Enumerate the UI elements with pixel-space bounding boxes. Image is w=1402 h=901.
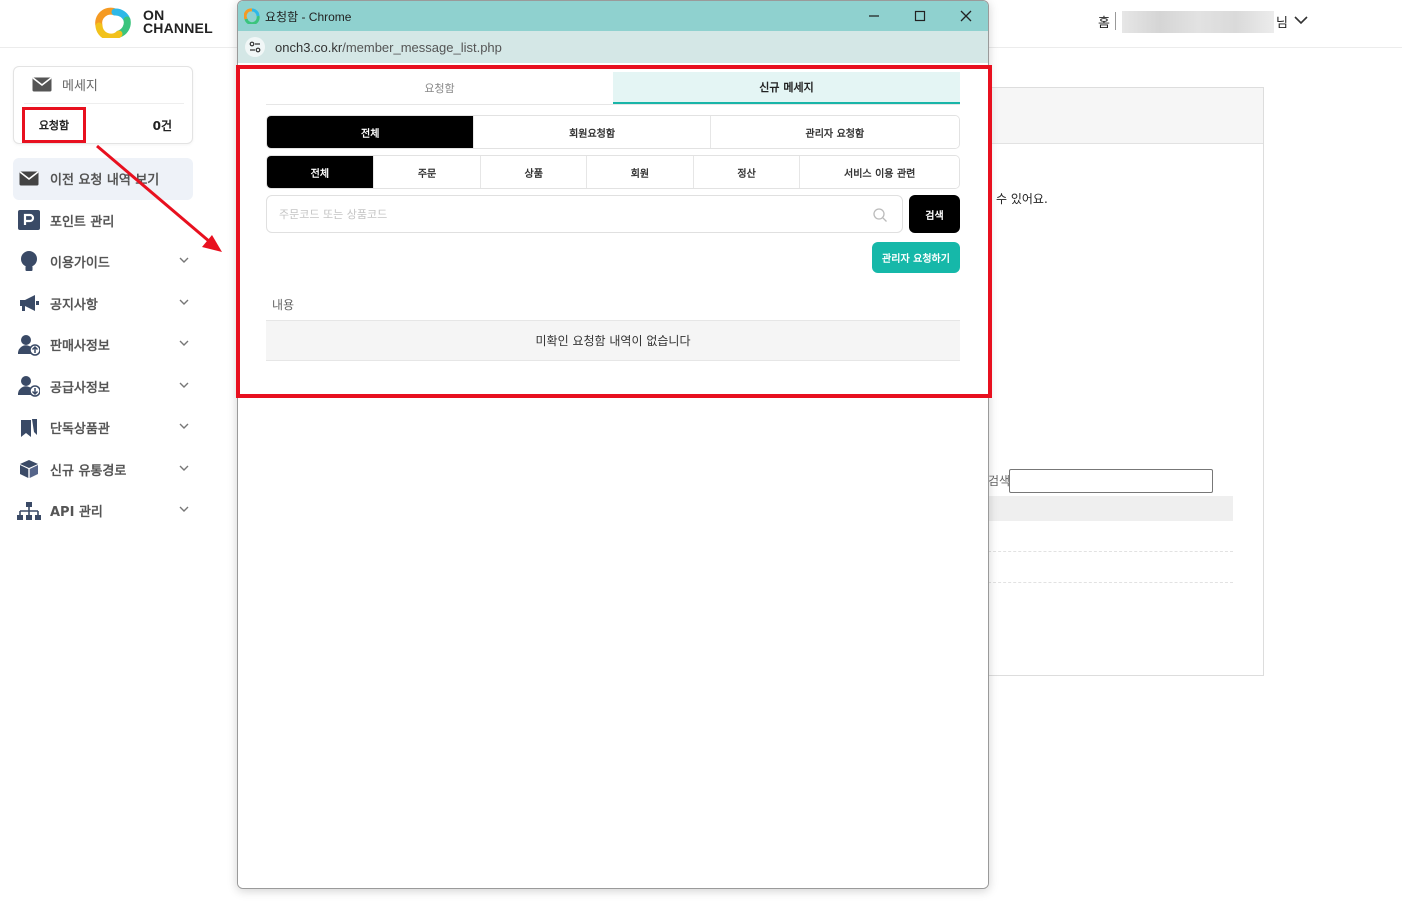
tab-new-message[interactable]: 신규 메세지 — [613, 72, 960, 104]
sidebar-item-guide[interactable]: 이용가이드 — [13, 241, 193, 283]
url-domain: onch3.co.kr — [275, 40, 343, 55]
background-table-header — [988, 496, 1233, 521]
column-header-content: 내용 — [272, 298, 295, 312]
sidebar-item-label: API 관리 — [50, 505, 103, 521]
sidebar-item-label: 단독상품관 — [50, 422, 110, 438]
logo-icon — [95, 7, 131, 38]
url-text: onch3.co.kr/member_message_list.php — [275, 40, 502, 55]
category-settlement[interactable]: 정산 — [692, 156, 800, 188]
category-filter: 전체 주문 상품 회원 정산 서비스 이용 관련 — [266, 155, 960, 189]
popup-content: 요청함 신규 메세지 전체 회원요청함 관리자 요청함 전체 주문 상품 회원 … — [238, 63, 988, 888]
close-icon[interactable] — [954, 6, 978, 26]
sidebar-item-api[interactable]: API 관리 — [13, 490, 193, 532]
type-filter: 전체 회원요청함 관리자 요청함 — [266, 115, 960, 149]
search-icon[interactable] — [872, 207, 888, 223]
popup-window: 요청함 - Chrome onch3.co.kr/member_message_… — [237, 0, 989, 889]
favicon-icon — [244, 8, 260, 24]
sidebar-item-notices[interactable]: 공지사항 — [13, 283, 193, 325]
onchannel-logo[interactable]: ON CHANNEL — [93, 6, 213, 38]
background-text: 수 있어요. — [996, 192, 1048, 206]
point-p-icon — [17, 209, 41, 231]
sidebar-item-previous-requests[interactable]: 이전 요청 내역 보기 — [13, 158, 193, 200]
sidebar-item-label: 판매사정보 — [50, 339, 110, 355]
empty-state-row: 미확인 요청함 내역이 없습니다 — [266, 320, 960, 361]
sidebar-item-label: 이전 요청 내역 보기 — [50, 173, 160, 189]
site-info-icon[interactable] — [245, 37, 265, 57]
category-product[interactable]: 상품 — [480, 156, 587, 188]
maximize-icon[interactable] — [908, 6, 932, 26]
background-search-label: 검색 — [988, 474, 1011, 488]
chevron-down-icon[interactable] — [179, 298, 189, 306]
chevron-down-icon[interactable] — [179, 256, 189, 264]
request-box-button[interactable]: 요청함 — [22, 107, 86, 143]
sidebar-item-label: 포인트 관리 — [50, 214, 115, 230]
sidebar-nav: 이전 요청 내역 보기 포인트 관리 이용가이드 공지사항 판매사정보 공급사정… — [13, 158, 193, 532]
category-order[interactable]: 주문 — [372, 156, 481, 188]
sidebar-item-label: 이용가이드 — [50, 256, 110, 272]
url-path: /member_message_list.php — [342, 40, 502, 55]
sidebar-item-exclusive-products[interactable]: 단독상품관 — [13, 407, 193, 449]
sidebar-item-label: 공지사항 — [50, 297, 98, 313]
logo-text-line2: CHANNEL — [143, 20, 213, 36]
minimize-icon[interactable] — [862, 6, 886, 26]
divider — [24, 103, 184, 104]
lightbulb-icon — [17, 250, 41, 273]
sidebar-item-new-channel[interactable]: 신규 유통경로 — [13, 449, 193, 491]
filter-all[interactable]: 전체 — [267, 116, 474, 148]
background-panel-header — [941, 88, 1263, 144]
message-card-title: 메세지 — [62, 79, 98, 94]
chevron-down-icon[interactable] — [179, 422, 189, 430]
chevron-down-icon[interactable] — [179, 339, 189, 347]
sidebar-item-label: 신규 유통경로 — [50, 463, 127, 479]
window-title: 요청함 - Chrome — [265, 10, 352, 24]
chevron-down-icon[interactable] — [1294, 14, 1308, 26]
logo-text: ON CHANNEL — [143, 8, 213, 36]
sidebar: 메세지 요청함 0건 이전 요청 내역 보기 포인트 관리 이용가이드 공지사항… — [0, 48, 205, 901]
divider — [988, 551, 1233, 552]
sidebar-item-supplier-info[interactable]: 공급사정보 — [13, 366, 193, 408]
message-card: 메세지 요청함 0건 — [13, 66, 193, 144]
address-bar[interactable]: onch3.co.kr/member_message_list.php — [238, 31, 988, 63]
message-tabs: 요청함 신규 메세지 — [266, 72, 960, 105]
user-up-icon — [17, 334, 41, 356]
category-service[interactable]: 서비스 이용 관련 — [799, 156, 959, 188]
category-member[interactable]: 회원 — [586, 156, 693, 188]
user-down-icon — [17, 375, 41, 397]
filter-admin-requests[interactable]: 관리자 요청함 — [709, 116, 959, 148]
chevron-down-icon[interactable] — [179, 381, 189, 389]
search-box — [266, 195, 903, 233]
request-count: 0건 — [152, 119, 172, 133]
divider — [988, 582, 1233, 583]
category-all[interactable]: 전체 — [267, 156, 373, 188]
home-link[interactable]: 홈 — [1098, 12, 1110, 31]
user-name-redacted — [1122, 11, 1274, 33]
user-suffix: 님 — [1276, 16, 1288, 31]
window-titlebar[interactable]: 요청함 - Chrome — [238, 1, 988, 31]
search-button[interactable]: 검색 — [909, 195, 960, 233]
admin-request-button[interactable]: 관리자 요청하기 — [872, 242, 960, 273]
bookmark-icon — [17, 417, 41, 439]
search-input[interactable] — [267, 196, 867, 232]
sidebar-item-seller-info[interactable]: 판매사정보 — [13, 324, 193, 366]
message-card-header: 메세지 — [32, 75, 98, 94]
header-divider — [1115, 12, 1116, 30]
box-icon — [17, 458, 41, 480]
envelope-icon — [32, 77, 52, 92]
filter-member-requests[interactable]: 회원요청함 — [473, 116, 710, 148]
chevron-down-icon[interactable] — [179, 464, 189, 472]
megaphone-icon — [17, 292, 41, 314]
network-icon — [17, 500, 41, 522]
background-search-input[interactable] — [1009, 469, 1213, 493]
chevron-down-icon[interactable] — [179, 505, 189, 513]
tab-request-box[interactable]: 요청함 — [266, 72, 613, 104]
sidebar-item-label: 공급사정보 — [50, 380, 110, 396]
envelope-icon — [17, 168, 41, 190]
sidebar-item-points[interactable]: 포인트 관리 — [13, 200, 193, 242]
